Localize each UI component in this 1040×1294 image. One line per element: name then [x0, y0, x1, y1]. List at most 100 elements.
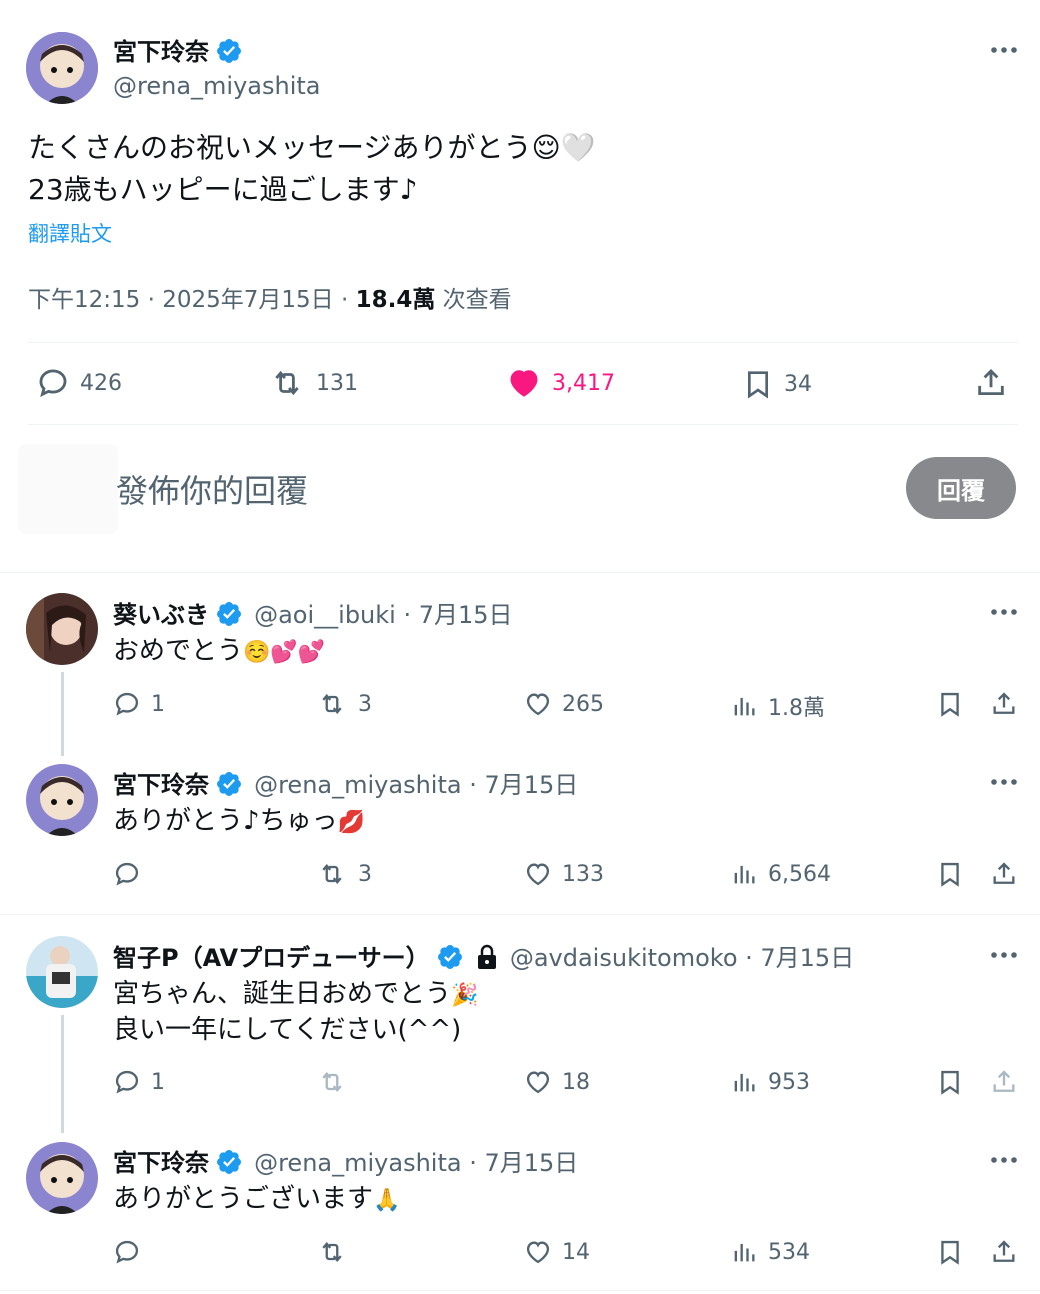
views-button[interactable]: 953 [730, 1068, 810, 1096]
like-button[interactable]: 133 [524, 860, 604, 888]
heart-icon [524, 860, 552, 888]
divider [28, 342, 1018, 343]
main-tweet-text-line1: たくさんのお祝いメッセージありがとう😌🤍 [28, 128, 596, 168]
reply-author-name[interactable]: 智子P（AVプロデューサー） [113, 944, 430, 972]
reply-emoji: 🙏 [373, 1188, 401, 1213]
share-icon [990, 1068, 1018, 1096]
views-icon [730, 860, 758, 888]
reply-author-name[interactable]: 葵いぶき [113, 601, 209, 629]
main-avatar[interactable] [26, 32, 98, 104]
reply-text-line2: 良い一年にしてください(^^) [113, 1015, 462, 1045]
reply-count: 426 [80, 370, 122, 396]
verified-icon [215, 37, 243, 65]
more-options-icon[interactable] [988, 766, 1020, 798]
main-retweet-button[interactable]: 131 [268, 366, 358, 400]
reply-author-handle[interactable]: @avdaisukitomoko · 7月15日 [510, 944, 854, 972]
more-options-icon[interactable] [988, 596, 1020, 628]
reply-emoji: ☺️💕💕 [243, 640, 326, 665]
like-button[interactable]: 14 [524, 1238, 590, 1266]
retweet-button[interactable]: 3 [316, 690, 372, 718]
reply-avatar[interactable] [26, 593, 98, 665]
bookmark-icon [742, 366, 774, 402]
reply-icon [113, 1238, 141, 1266]
views-button[interactable]: 1.8萬 [730, 690, 825, 722]
reply-author-name[interactable]: 宮下玲奈 [113, 771, 209, 799]
retweet-icon [268, 366, 306, 400]
more-options-icon[interactable] [988, 1144, 1020, 1176]
reply-button[interactable]: 1 [113, 1068, 165, 1096]
main-share-button[interactable] [974, 366, 1008, 400]
bookmark-button[interactable] [936, 690, 964, 718]
bookmark-icon [936, 1238, 964, 1266]
reply-icon [113, 1068, 141, 1096]
retweet-icon [316, 1238, 348, 1266]
thread-line [61, 1015, 64, 1133]
bookmark-button[interactable] [936, 1068, 964, 1096]
more-options-icon[interactable] [988, 939, 1020, 971]
main-author-handle[interactable]: @rena_miyashita [113, 72, 320, 100]
bookmark-count: 34 [784, 371, 812, 397]
share-icon [990, 690, 1018, 718]
bookmark-icon [936, 860, 964, 888]
main-like-button[interactable]: 3,417 [506, 366, 615, 400]
divider [0, 572, 1040, 573]
reply-submit-button[interactable]: 回覆 [906, 457, 1016, 519]
reply-button[interactable]: 1 [113, 690, 165, 718]
like-button[interactable]: 18 [524, 1068, 590, 1096]
share-button[interactable] [990, 1068, 1018, 1096]
retweet-button[interactable] [316, 1238, 358, 1266]
views-icon [730, 1238, 758, 1266]
reply-author-handle[interactable]: @rena_miyashita · 7月15日 [254, 1149, 578, 1177]
main-author-name[interactable]: 宮下玲奈 [113, 38, 209, 66]
main-author: 宮下玲奈 [113, 32, 243, 67]
views-icon [730, 1068, 758, 1096]
verified-icon [436, 943, 464, 971]
reply-avatar[interactable] [26, 1142, 98, 1214]
views-button[interactable]: 534 [730, 1238, 810, 1266]
retweet-icon [316, 860, 348, 888]
bookmark-icon [936, 1068, 964, 1096]
reply-author-name[interactable]: 宮下玲奈 [113, 1149, 209, 1177]
views-button[interactable]: 6,564 [730, 860, 831, 888]
reply-author-handle[interactable]: @aoi__ibuki · 7月15日 [254, 601, 512, 629]
share-icon [974, 366, 1008, 400]
share-button[interactable] [990, 860, 1018, 888]
bookmark-button[interactable] [936, 860, 964, 888]
translate-link[interactable]: 翻譯貼文 [28, 218, 112, 248]
reply-text: 宮ちゃん、誕生日おめでとう🎉 [113, 979, 479, 1009]
share-button[interactable] [990, 1238, 1018, 1266]
views-icon [730, 692, 758, 720]
share-icon [990, 1238, 1018, 1266]
like-button[interactable]: 265 [524, 690, 604, 718]
bookmark-button[interactable] [936, 1238, 964, 1266]
reply-button[interactable] [113, 860, 151, 888]
main-tweet-text-line2: 23歳もハッピーに過ごします♪ [28, 173, 418, 206]
reply-header: 智子P（AVプロデューサー） @avdaisukitomoko · 7月15日 [113, 938, 854, 973]
retweet-icon [316, 690, 348, 718]
like-count: 3,417 [552, 370, 615, 396]
more-options-icon[interactable] [988, 34, 1020, 66]
main-emoji: 😌🤍 [531, 131, 596, 164]
reply-avatar[interactable] [26, 764, 98, 836]
retweet-button-disabled [316, 1068, 358, 1096]
reply-author-handle[interactable]: @rena_miyashita · 7月15日 [254, 771, 578, 799]
views-count: 18.4萬 [355, 287, 436, 313]
timestamp[interactable]: 下午12:15 · 2025年7月15日 · [28, 287, 356, 313]
reply-text: おめでとう☺️💕💕 [113, 636, 326, 666]
divider [0, 1290, 1040, 1291]
verified-icon [215, 1148, 243, 1176]
timestamp-row: 下午12:15 · 2025年7月15日 · 18.4萬 次查看 [28, 280, 512, 314]
main-bookmark-button[interactable]: 34 [742, 366, 812, 402]
share-icon [990, 860, 1018, 888]
lock-icon [477, 944, 496, 969]
verified-icon [215, 600, 243, 628]
reply-button[interactable] [113, 1238, 151, 1266]
reply-avatar[interactable] [26, 936, 98, 1008]
reply-input[interactable]: 發佈你的回覆 [116, 466, 308, 512]
reply-icon [113, 690, 141, 718]
share-button[interactable] [990, 690, 1018, 718]
divider [0, 914, 1040, 915]
retweet-button[interactable]: 3 [316, 860, 372, 888]
main-reply-button[interactable]: 426 [36, 366, 122, 400]
retweet-count: 131 [316, 370, 358, 396]
